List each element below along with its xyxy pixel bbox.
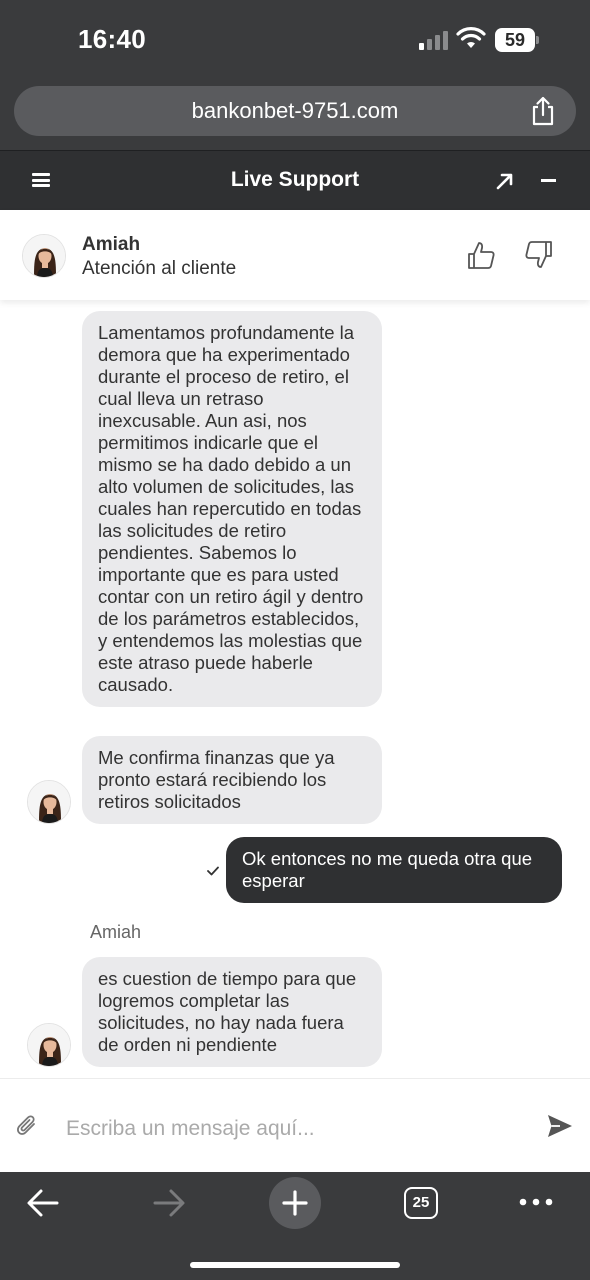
address-bar[interactable]: bankonbet-9751.com — [14, 86, 576, 136]
agent-role: Atención al cliente — [82, 258, 237, 279]
forward-arrow-icon[interactable] — [152, 1188, 186, 1218]
thumbs-down-icon[interactable] — [525, 240, 553, 270]
agent-info-bar: Amiah Atención al cliente — [0, 210, 590, 300]
more-options-icon[interactable] — [518, 1196, 554, 1208]
user-message: Ok entonces no me queda otra que esperar — [226, 837, 562, 903]
cellular-signal-icon — [419, 30, 449, 50]
agent-avatar — [22, 234, 66, 278]
agent-avatar — [27, 780, 71, 824]
share-icon[interactable] — [530, 96, 556, 126]
paperclip-icon[interactable] — [16, 1114, 38, 1138]
wifi-icon — [456, 27, 486, 48]
back-arrow-icon[interactable] — [26, 1188, 60, 1218]
home-indicator — [190, 1262, 400, 1268]
status-bar: 16:40 59 — [0, 0, 590, 80]
plus-icon — [282, 1190, 308, 1216]
agent-name: Amiah — [82, 234, 141, 255]
agent-message: Me confirma finanzas que ya pronto estar… — [82, 736, 382, 824]
check-icon — [207, 866, 219, 876]
agent-avatar — [27, 1023, 71, 1067]
battery-level: 59 — [495, 28, 535, 52]
chat-header: Live Support — [0, 150, 590, 210]
message-input[interactable] — [66, 1114, 506, 1144]
status-time: 16:40 — [78, 24, 146, 54]
new-tab-button[interactable] — [269, 1177, 321, 1229]
send-icon[interactable] — [547, 1114, 573, 1138]
expand-icon[interactable] — [494, 170, 516, 192]
battery-icon: 59 — [495, 28, 539, 52]
sender-name: Amiah — [90, 922, 142, 942]
browser-address-area: bankonbet-9751.com — [0, 80, 590, 150]
agent-message: es cuestion de tiempo para que logremos … — [82, 957, 382, 1067]
thumbs-up-icon[interactable] — [467, 240, 495, 270]
url-text: bankonbet-9751.com — [191, 98, 399, 123]
minimize-icon[interactable] — [541, 179, 556, 182]
tabs-button[interactable]: 25 — [404, 1187, 438, 1219]
agent-message: Lamentamos profundamente la demora que h… — [82, 311, 382, 707]
